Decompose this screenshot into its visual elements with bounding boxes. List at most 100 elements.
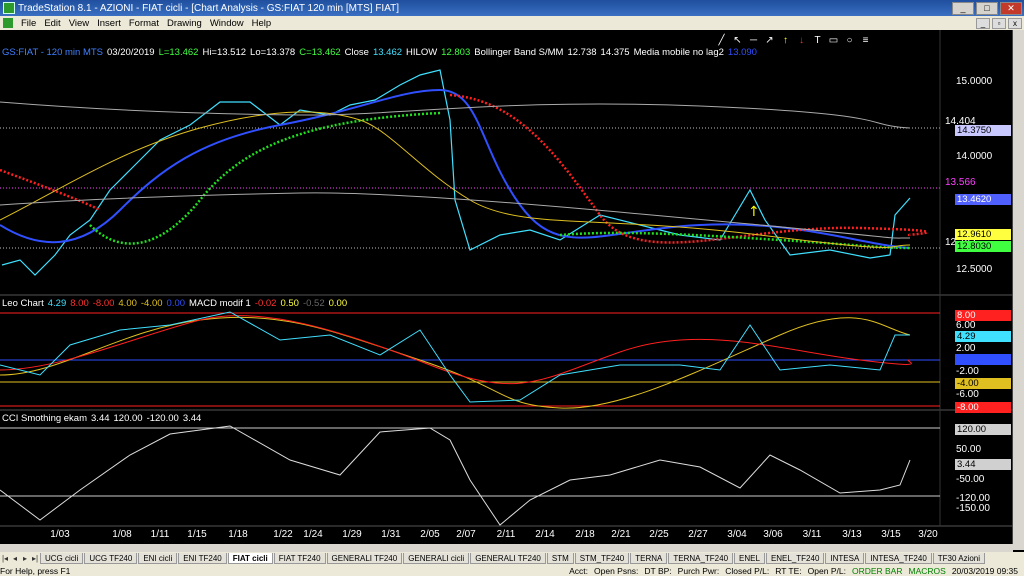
drawing-toolbar: ╱ ↖ ─ ↗ ↑ ↓ T ▭ ○ ≡ [715,33,872,47]
ma-blue-line [0,88,911,249]
leo-info-bar: Leo Chart 4.29 8.00 -8.00 4.00 -4.00 0.0… [2,298,347,309]
tab-ucg-tf240[interactable]: UCG TF240 [84,553,138,564]
arrow-tool-icon[interactable]: ↗ [763,35,776,46]
macd-name: MACD modif 1 [189,298,251,309]
time-axis-tick: 2/05 [420,529,440,540]
time-axis-tick: 1/31 [381,529,401,540]
cci-v3: -120.00 [146,413,179,424]
tab-stm-tf240[interactable]: STM_TF240 [574,553,630,564]
tab-last-icon[interactable]: ▸| [30,554,40,563]
tab-generali-cicli[interactable]: GENERALI cicli [403,553,470,564]
time-axis-tick: 1/18 [228,529,248,540]
tab-enel[interactable]: ENEL [734,553,765,564]
tab-next-icon[interactable]: ▸ [20,554,30,563]
open-pl-label: Open P/L: [807,565,846,576]
line-tool-icon[interactable]: ╱ [715,35,728,46]
cci-v4: 3.44 [182,413,202,424]
tab-stm[interactable]: STM [546,553,574,564]
rt-te-label: RT TE: [775,565,802,576]
ma-label: Media mobile no lag2 [633,47,724,58]
menu-view[interactable]: View [65,18,93,29]
tab-first-icon[interactable]: |◂ [0,554,10,563]
datetime-label: 20/03/2019 09:35 [951,565,1018,576]
time-axis-tick: 2/27 [688,529,708,540]
time-axis: 1/03 1/08 1/11 1/15 1/18 1/22 1/24 1/29 1/31 2/05… [0,527,940,545]
time-axis-tick: 1/11 [150,529,170,540]
purch-pwr-label: Purch Pwr: [677,565,720,576]
chart-window[interactable]: ↑ GS:FIAT - 120 min MTS 03/20/2019 L=13.… [0,30,1013,550]
menu-help[interactable]: Help [248,18,276,29]
menu-edit[interactable]: Edit [40,18,64,29]
cursor-icon[interactable]: ↖ [731,35,744,46]
rectangle-tool-icon[interactable]: ▭ [827,35,840,46]
tab-tf30-azioni[interactable]: TF30 Azioni [932,553,986,564]
menu-drawing[interactable]: Drawing [163,18,206,29]
text-tool-icon[interactable]: T [811,35,824,46]
cci-name: CCI Smothing ekam [2,413,88,424]
time-axis-tick: 3/15 [881,529,901,540]
chart-canvas[interactable]: ↑ [0,30,1013,544]
yellow-line-box: 12.9610 [955,229,1011,240]
horizontal-scrollbar[interactable] [0,544,1013,552]
leo-yellow-line [0,316,911,409]
doc-minimize-button[interactable]: _ [976,17,990,29]
time-axis-tick: 2/21 [611,529,631,540]
tab-intesa-tf240[interactable]: INTESA_TF240 [865,553,932,564]
low-label: Lo=13.378 [250,47,296,58]
menu-file[interactable]: File [17,18,40,29]
acct-label: Acct: [569,565,588,576]
last-label: L=13.462 [158,47,199,58]
arrow-down-icon[interactable]: ↓ [795,35,808,46]
ma-val: 13.090 [727,47,757,58]
arrow-up-icon[interactable]: ↑ [779,35,792,46]
leo-axis-m2: -2.00 [956,366,979,377]
bb-val1: 12.738 [567,47,597,58]
tab-terna[interactable]: TERNA [630,553,668,564]
macros-button[interactable]: MACROS [909,566,946,576]
tab-fiat-tf240[interactable]: FIAT TF240 [273,553,326,564]
tab-intesa[interactable]: INTESA [825,553,865,564]
leo-name: Leo Chart [2,298,44,309]
tab-generali-tf240[interactable]: GENERALI TF240 [326,553,403,564]
status-bar: For Help, press F1 Acct: Open Psns: DT B… [0,565,1024,576]
cci-axis-50: 50.00 [956,444,982,455]
leo-v2: 8.00 [70,298,89,309]
close-button[interactable]: ✕ [1000,1,1022,15]
order-bar-button[interactable]: ORDER BAR [852,566,903,576]
menu-format[interactable]: Format [125,18,163,29]
symbol-label: GS:FIAT - 120 min MTS [2,47,104,58]
close-price-box: 13.4620 [955,194,1011,205]
tab-generali-tf240[interactable]: GENERALI TF240 [470,553,546,564]
time-axis-tick: 1/22 [273,529,293,540]
horizontal-line-icon[interactable]: ─ [747,35,760,46]
tab-terna-tf240[interactable]: TERNA_TF240 [668,553,734,564]
tab-eni-tf240[interactable]: ENI TF240 [178,553,227,564]
menu-window[interactable]: Window [206,18,248,29]
tab-prev-icon[interactable]: ◂ [10,554,20,563]
hilow-red-line [0,93,929,244]
tab-ucg-cicli[interactable]: UCG cicli [40,553,84,564]
window-title: TradeStation 8.1 - AZIONI - FIAT cicli -… [18,2,400,14]
leo-cyan-line [0,311,910,403]
minimize-button[interactable]: _ [952,1,974,15]
title-bar: TradeStation 8.1 - AZIONI - FIAT cicli -… [0,0,1024,16]
tab-eni-cicli[interactable]: ENI cicli [138,553,178,564]
hilow-val: 12.803 [441,47,471,58]
leo-axis-6: 6.00 [956,320,976,331]
time-axis-tick: 3/06 [763,529,783,540]
tab-fiat-cicli[interactable]: FIAT cicli [227,553,273,564]
menu-insert[interactable]: Insert [93,18,125,29]
time-axis-tick: 2/18 [575,529,595,540]
doc-restore-button[interactable]: ▫ [992,17,1006,29]
close-value-label: C=13.462 [299,47,341,58]
time-axis-tick: 3/04 [727,529,747,540]
vertical-scrollbar[interactable] [1013,30,1024,550]
circle-tool-icon[interactable]: ○ [843,35,856,46]
fibonacci-icon[interactable]: ≡ [859,35,872,46]
date-label: 03/20/2019 [107,47,155,58]
doc-close-button[interactable]: x [1008,17,1022,29]
cci-axis-120: 120.00 [955,424,1011,435]
maximize-button[interactable]: □ [976,1,998,15]
cci-v1: 3.44 [91,413,110,424]
tab-enel-tf240[interactable]: ENEL_TF240 [765,553,825,564]
